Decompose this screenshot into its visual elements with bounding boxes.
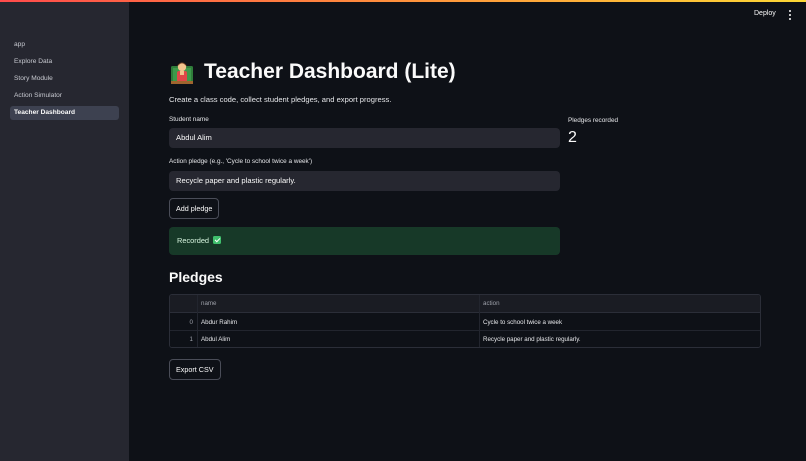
cell-name[interactable]: Abdul Alim [201, 331, 230, 347]
sidebar-item-action-simulator[interactable]: Action Simulator [10, 89, 119, 103]
success-message: Recorded [177, 236, 210, 245]
metric-value: 2 [568, 129, 577, 146]
kebab-menu-icon[interactable] [786, 8, 794, 22]
page-title: Teacher Dashboard (Lite) [204, 60, 456, 83]
table-header: name action [170, 295, 760, 313]
table-row[interactable]: 1 Abdul Alim Recycle paper and plastic r… [170, 331, 760, 347]
column-header-action[interactable]: action [483, 295, 500, 313]
teacher-icon [169, 59, 195, 85]
success-alert: Recorded [169, 227, 560, 255]
cell-action[interactable]: Cycle to school twice a week [483, 314, 562, 331]
column-header-name[interactable]: name [201, 295, 216, 313]
cell-name[interactable]: Abdur Rahim [201, 314, 237, 331]
page-subtitle: Create a class code, collect student ple… [169, 95, 392, 104]
add-pledge-button[interactable]: Add pledge [169, 198, 220, 219]
column-divider [479, 295, 480, 347]
sidebar-item-teacher-dashboard[interactable]: Teacher Dashboard [10, 106, 119, 120]
sidebar-item-app[interactable]: app [10, 38, 119, 52]
metric-label: Pledges recorded [568, 117, 619, 124]
row-index: 0 [189, 319, 193, 326]
row-index: 1 [189, 336, 193, 343]
pledges-heading: Pledges [169, 269, 223, 285]
student-name-input[interactable]: Abdul Alim [169, 128, 560, 148]
table-row[interactable]: 0 Abdur Rahim Cycle to school twice a we… [170, 314, 760, 331]
export-csv-button[interactable]: Export CSV [169, 359, 221, 380]
check-icon [213, 236, 222, 244]
main-content: Teacher Dashboard (Lite) Create a class … [169, 0, 761, 461]
column-divider [197, 295, 198, 347]
sidebar: app Explore Data Story Module Action Sim… [0, 0, 129, 461]
sidebar-item-story-module[interactable]: Story Module [10, 72, 119, 86]
pledge-input[interactable]: Recycle paper and plastic regularly. [169, 171, 560, 191]
sidebar-item-explore-data[interactable]: Explore Data [10, 55, 119, 69]
title-row: Teacher Dashboard (Lite) [169, 58, 456, 86]
student-name-label: Student name [169, 116, 209, 123]
pledges-table[interactable]: name action 0 Abdur Rahim Cycle to schoo… [169, 294, 761, 348]
cell-action[interactable]: Recycle paper and plastic regularly. [483, 331, 581, 347]
top-accent-bar [0, 0, 806, 2]
pledge-label: Action pledge (e.g., 'Cycle to school tw… [169, 158, 313, 165]
